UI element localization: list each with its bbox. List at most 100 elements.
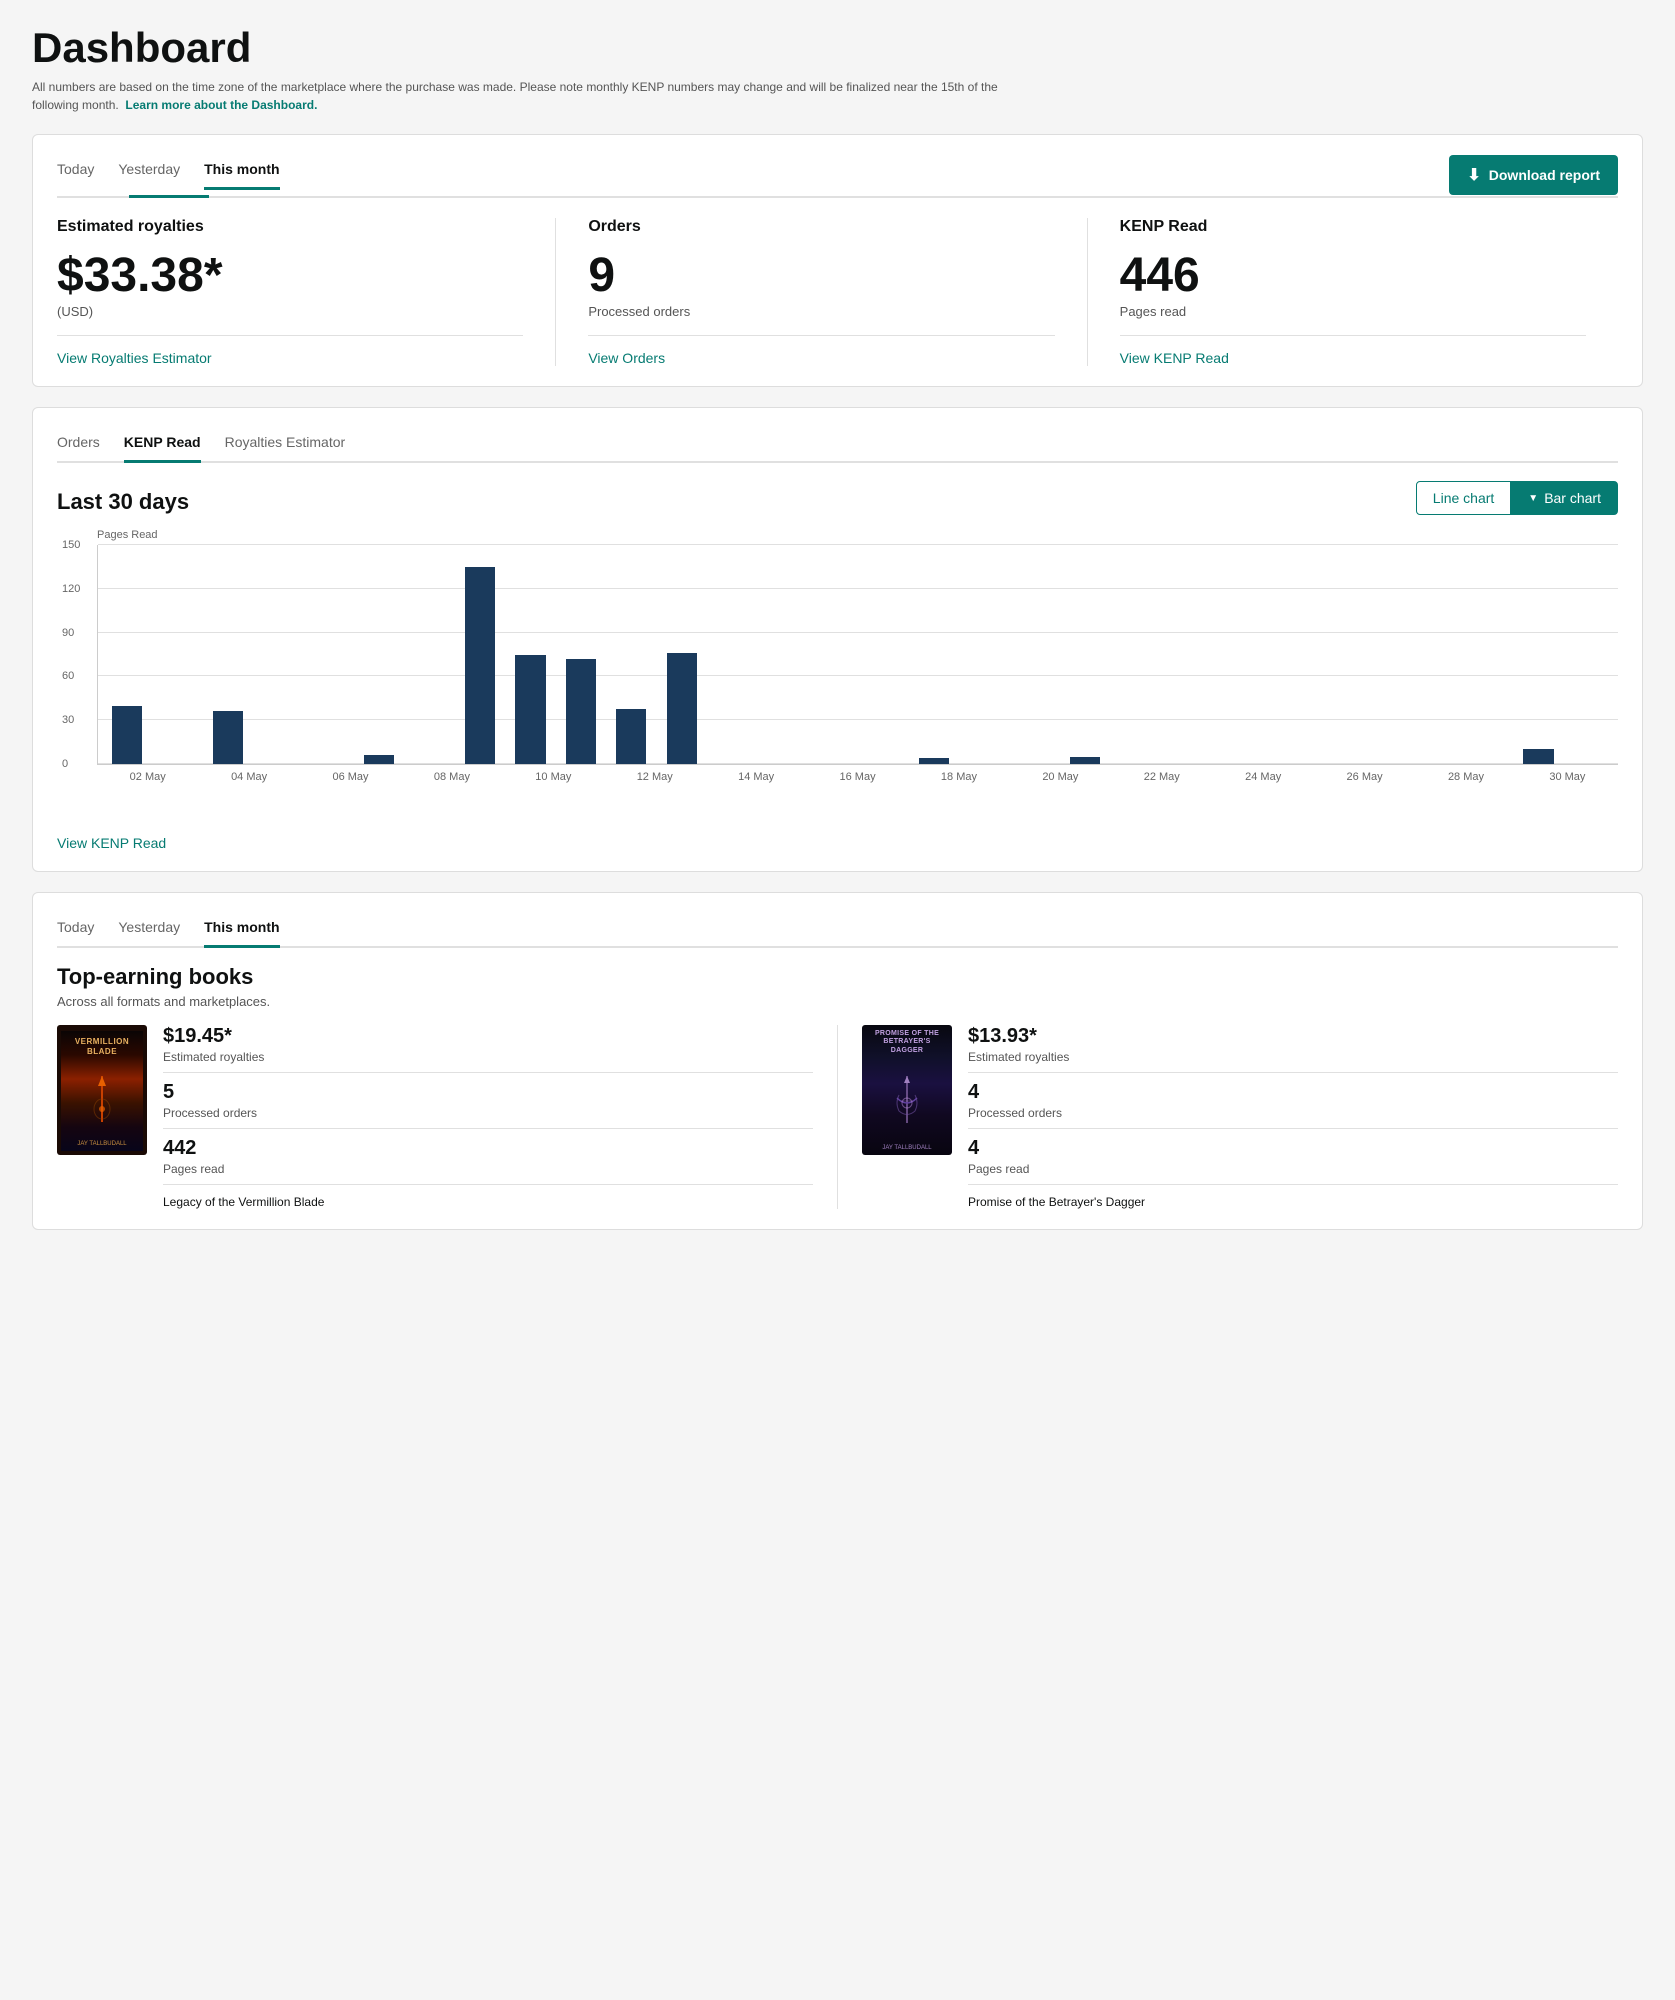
- y-tick-150: 150: [62, 539, 80, 551]
- royalties-value: $33.38*: [57, 252, 523, 300]
- chart-tab-kenp[interactable]: KENP Read: [124, 428, 201, 463]
- view-royalties-link[interactable]: View Royalties Estimator: [57, 350, 212, 366]
- download-icon: ⬇: [1467, 165, 1480, 185]
- x-label-7: 16 May: [807, 771, 908, 783]
- orders-block: Orders 9 Processed orders View Orders: [555, 218, 1086, 366]
- kenp-value: 446: [1120, 252, 1586, 300]
- bar-16: [919, 758, 949, 764]
- bar-group-0: [102, 545, 152, 764]
- bar-19: [1070, 757, 1100, 764]
- chart-area: 150 120 90 60 30 0: [97, 545, 1618, 765]
- bar-group-28: [1513, 545, 1563, 764]
- bar-chart-button[interactable]: ▼ Bar chart: [1511, 481, 1618, 515]
- chart-tab-orders[interactable]: Orders: [57, 428, 100, 463]
- page-subtitle: All numbers are based on the time zone o…: [32, 78, 1012, 114]
- bar-group-24: [1312, 545, 1362, 764]
- chart-tab-royalties[interactable]: Royalties Estimator: [225, 428, 346, 463]
- book-cover-1: VERMILLIONBLADE JAY TALLBUDALL: [57, 1025, 147, 1155]
- book2-royalty: $13.93*: [968, 1025, 1618, 1048]
- book1-cover-title: VERMILLIONBLADE: [75, 1037, 129, 1056]
- bar-0: [112, 706, 142, 764]
- download-report-button[interactable]: ⬇ Download report: [1449, 155, 1618, 195]
- book2-cover-title: PROMISE OF THEBETRAYER'SDAGGER: [875, 1030, 939, 1055]
- tab-yesterday[interactable]: Yesterday: [118, 155, 180, 190]
- bar-9: [566, 659, 596, 764]
- bar-group-8: [505, 545, 555, 764]
- line-chart-button[interactable]: Line chart: [1416, 481, 1511, 515]
- orders-value: 9: [588, 252, 1054, 300]
- tab-this-month[interactable]: This month: [204, 155, 279, 190]
- book1-royalty: $19.45*: [163, 1025, 813, 1048]
- view-orders-link[interactable]: View Orders: [588, 350, 665, 366]
- chevron-down-icon: ▼: [1528, 493, 1538, 504]
- book1-pages-label: Pages read: [163, 1162, 813, 1185]
- x-label-2: 06 May: [300, 771, 401, 783]
- bar-5: [364, 755, 394, 764]
- chart-type-buttons: Line chart ▼ Bar chart: [1416, 481, 1618, 515]
- royalties-block: Estimated royalties $33.38* (USD) View R…: [57, 218, 555, 366]
- tab-today[interactable]: Today: [57, 155, 94, 190]
- book-item-1: VERMILLIONBLADE JAY TALLBUDALL $19.45* E…: [57, 1025, 838, 1209]
- bar-group-23: [1261, 545, 1311, 764]
- bar-8: [515, 655, 545, 765]
- bar-group-16: [909, 545, 959, 764]
- book1-orders-value: 5: [163, 1081, 813, 1104]
- bar-group-7: [455, 545, 505, 764]
- books-tab-this-month[interactable]: This month: [204, 913, 279, 948]
- stats-card: Today Yesterday This month ⬇ Download re…: [32, 134, 1643, 387]
- books-grid: VERMILLIONBLADE JAY TALLBUDALL $19.45* E…: [57, 1025, 1618, 1209]
- bar-group-15: [858, 545, 908, 764]
- learn-more-link[interactable]: Learn more about the Dashboard.: [125, 98, 317, 112]
- books-section-title: Top-earning books: [57, 964, 1618, 990]
- orders-label: Orders: [588, 218, 1054, 236]
- book1-info: $19.45* Estimated royalties 5 Processed …: [163, 1025, 813, 1209]
- x-label-10: 22 May: [1111, 771, 1212, 783]
- chart-title: Last 30 days: [57, 489, 189, 515]
- book2-orders-value: 4: [968, 1081, 1618, 1104]
- x-label-3: 08 May: [401, 771, 502, 783]
- book2-pages-value: 4: [968, 1137, 1618, 1160]
- x-label-1: 04 May: [198, 771, 299, 783]
- kenp-label: KENP Read: [1120, 218, 1586, 236]
- kenp-block: KENP Read 446 Pages read View KENP Read: [1087, 218, 1618, 366]
- bar-group-18: [1009, 545, 1059, 764]
- x-label-13: 28 May: [1415, 771, 1516, 783]
- x-label-5: 12 May: [604, 771, 705, 783]
- book2-orders-label: Processed orders: [968, 1106, 1618, 1129]
- book1-orders-label: Processed orders: [163, 1106, 813, 1129]
- books-tab-yesterday[interactable]: Yesterday: [118, 913, 180, 948]
- bar-group-27: [1463, 545, 1513, 764]
- bar-group-20: [1110, 545, 1160, 764]
- x-label-12: 26 May: [1314, 771, 1415, 783]
- bar-group-17: [959, 545, 1009, 764]
- kenp-sublabel: Pages read: [1120, 304, 1586, 319]
- chart-container: Pages Read 150 120 90 60 30 0 02 May04 M…: [57, 529, 1618, 823]
- y-tick-30: 30: [62, 714, 74, 726]
- x-label-9: 20 May: [1010, 771, 1111, 783]
- book-cover-2: PROMISE OF THEBETRAYER'SDAGGER JAY TALLB…: [862, 1025, 952, 1155]
- bar-group-11: [656, 545, 706, 764]
- x-label-8: 18 May: [908, 771, 1009, 783]
- bar-group-2: [203, 545, 253, 764]
- book1-title: Legacy of the Vermillion Blade: [163, 1195, 813, 1209]
- book2-cover-author: JAY TALLBUDALL: [882, 1145, 931, 1151]
- bars-row: [98, 545, 1618, 764]
- x-axis-labels: 02 May04 May06 May08 May10 May12 May14 M…: [97, 771, 1618, 783]
- books-card: Today Yesterday This month Top-earning b…: [32, 892, 1643, 1230]
- bar-group-9: [556, 545, 606, 764]
- bar-10: [616, 709, 646, 764]
- bar-2: [213, 711, 243, 764]
- bar-7: [465, 567, 495, 764]
- view-kenp-link[interactable]: View KENP Read: [1120, 350, 1229, 366]
- books-tab-today[interactable]: Today: [57, 913, 94, 948]
- bar-group-22: [1211, 545, 1261, 764]
- view-kenp-chart-link[interactable]: View KENP Read: [57, 835, 166, 851]
- bar-group-6: [404, 545, 454, 764]
- book1-royalty-label: Estimated royalties: [163, 1050, 813, 1073]
- x-label-0: 02 May: [97, 771, 198, 783]
- bar-group-29: [1564, 545, 1614, 764]
- book-item-2: PROMISE OF THEBETRAYER'SDAGGER JAY TALLB…: [862, 1025, 1618, 1209]
- book1-cover-author: JAY TALLBUDALL: [77, 1141, 126, 1147]
- bar-group-12: [707, 545, 757, 764]
- books-subtitle: Across all formats and marketplaces.: [57, 994, 1618, 1009]
